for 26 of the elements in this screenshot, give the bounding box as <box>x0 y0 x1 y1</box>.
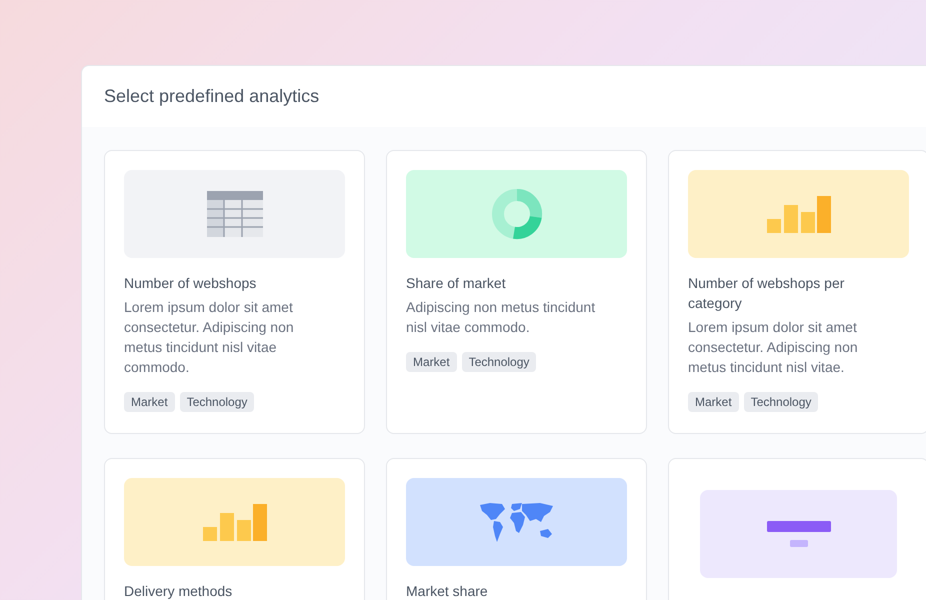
card-title: Share of market <box>406 274 507 293</box>
panel-title: Select predefined analytics <box>104 86 320 107</box>
world-map-icon <box>478 501 556 543</box>
card-title: Delivery methods <box>124 582 234 600</box>
donut-chart-icon <box>490 188 542 240</box>
card-title: Number of webshops <box>124 274 258 293</box>
tag: Market <box>688 392 739 412</box>
tag: Technology <box>462 352 536 372</box>
analytics-card[interactable]: Number of webshops Lorem ipsum dolor sit amet consectetur. Adipiscing non metus tincidunt nisl vitae commodo. Market Technology <box>104 150 365 434</box>
tag: Market <box>124 392 175 412</box>
analytics-card[interactable]: Market share <box>386 458 647 600</box>
card-description: Lorem ipsum dolor sit amet consectetur. Adipiscing non metus tincidunt nisl vitae commodo. <box>124 298 295 377</box>
card-description: Lorem ipsum dolor sit amet consectetur. Adipiscing non metus tincidunt nisl vitae. <box>688 318 859 377</box>
bar-chart-icon <box>202 504 266 540</box>
analytics-card[interactable]: Share of market Adipiscing non metus tincidunt nisl vitae commodo. Market Technology <box>386 150 647 434</box>
analytics-card[interactable]: Number of webshops per category Lorem ipsum dolor sit amet consectetur. Adipiscing non metus tincidunt nisl vitae. Market Technology <box>668 150 926 434</box>
card-title: Number of webshops per category <box>688 274 846 313</box>
tag: Market <box>406 352 457 372</box>
card-description: Adipiscing non metus tincidunt nisl vitae commodo. <box>406 298 596 337</box>
tag: Technology <box>744 392 818 412</box>
table-icon <box>206 191 262 237</box>
banner-icon <box>766 521 830 547</box>
card-title: Market share <box>406 582 489 600</box>
bar-chart-icon <box>766 196 830 232</box>
tag: Technology <box>180 392 254 412</box>
analytics-card[interactable]: Delivery methods <box>104 458 365 600</box>
